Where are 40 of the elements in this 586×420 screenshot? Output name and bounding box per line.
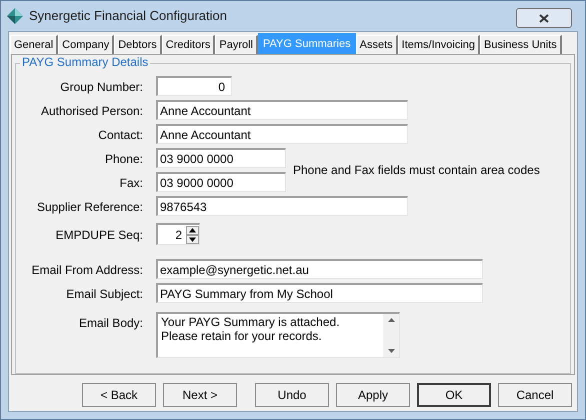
down-arrow-icon[interactable] [388, 349, 394, 353]
group-title: PAYG Summary Details [20, 55, 150, 69]
field-label: Phone: [104, 151, 143, 168]
close-button[interactable] [516, 8, 572, 28]
field-label: Email Body: [78, 315, 143, 332]
text-field[interactable]: 03 9000 0000 [156, 172, 286, 192]
hint-text: Phone and Fax fields must contain area codes [293, 162, 540, 179]
text-field[interactable]: 9876543 [156, 196, 408, 216]
field-label: Fax: [120, 175, 143, 192]
tab[interactable]: Assets [356, 35, 398, 54]
field-label: Supplier Reference: [36, 199, 143, 216]
field-label: Email Subject: [66, 286, 143, 303]
diamond-logo-icon [7, 8, 23, 24]
text-field[interactable]: 03 9000 0000 [156, 148, 286, 168]
up-down-arrows-icon[interactable] [186, 226, 199, 244]
field-label: Email From Address: [32, 262, 143, 279]
up-arrow-icon[interactable] [388, 318, 394, 322]
dialog-button[interactable]: < Back [82, 383, 156, 407]
number-field[interactable]: 0 [156, 76, 232, 96]
field-label: Authorised Person: [40, 103, 143, 120]
tab[interactable]: Items/Invoicing [398, 35, 480, 54]
spinner-field[interactable]: 2 [156, 223, 200, 245]
text-field[interactable]: Anne Accountant [156, 124, 408, 144]
field-label: EMPDUPE Seq: [56, 227, 143, 244]
text-field[interactable]: Anne Accountant [156, 100, 408, 120]
dialog-button[interactable]: Apply [336, 383, 410, 407]
dialog-button[interactable]: Next > [163, 383, 237, 407]
tab[interactable]: Business Units [480, 35, 562, 54]
field-label: Group Number: [60, 79, 143, 96]
text-area[interactable]: Your PAYG Summary is attached. Please retain for your records. [156, 312, 400, 358]
dialog-button[interactable]: Cancel [498, 383, 572, 407]
window-title: Synergetic Financial Configuration [29, 7, 227, 26]
dialog-button[interactable]: OK [417, 383, 491, 407]
close-icon [539, 14, 549, 22]
field-label: Contact: [98, 127, 143, 144]
scrollbar[interactable] [383, 314, 399, 357]
tab[interactable]: Creditors [162, 35, 216, 54]
text-field[interactable]: example@synergetic.net.au [156, 259, 483, 279]
dialog-button[interactable]: Undo [255, 383, 329, 407]
text-field[interactable]: PAYG Summary from My School [156, 283, 483, 303]
